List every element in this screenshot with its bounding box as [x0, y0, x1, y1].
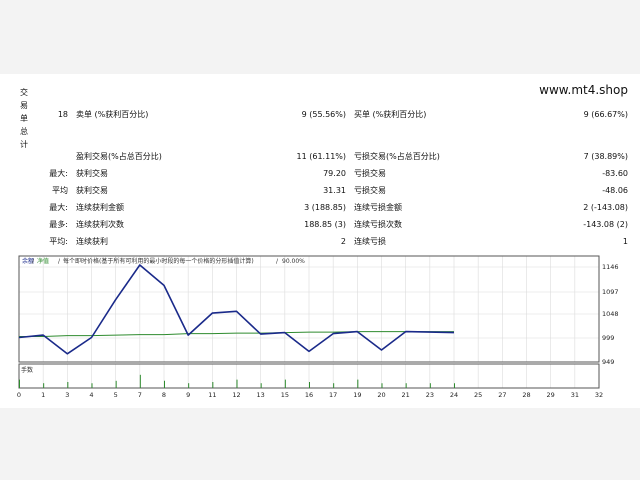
volume-label: 手数 [21, 366, 33, 374]
x-tick-label: 11 [208, 391, 216, 399]
row-right-value: -83.60 [602, 169, 628, 178]
legend-separator: / [32, 258, 35, 265]
legend-separator: / [276, 258, 279, 265]
x-tick-label: 5 [114, 391, 118, 399]
x-tick-label: 7 [138, 391, 142, 399]
x-axis-ticks: 0 1 3 4 5 7 8 9 11 12 13 15 16 17 19 20 21 23 24 25 27 28 29 31… [17, 391, 603, 399]
row-left-value: 79.20 [323, 169, 346, 178]
y-tick-label: 1097 [602, 288, 619, 296]
short-positions-label: 卖单 (%获利百分比) [76, 110, 149, 119]
y-tick-label: 1048 [602, 310, 619, 318]
row-prefix: 最大: [49, 169, 68, 178]
y-tick-label: 1146 [602, 263, 619, 271]
row-right-label: 连续亏损次数 [354, 220, 402, 229]
x-tick-label: 0 [17, 391, 21, 399]
row-left-label: 获利交易 [76, 169, 108, 178]
row-left-label: 连续获利金额 [76, 203, 124, 212]
x-tick-label: 12 [232, 391, 240, 399]
row-right-label: 亏损交易 [354, 186, 386, 195]
chart-grid [19, 256, 599, 388]
x-tick-label: 24 [450, 391, 458, 399]
brand-watermark: www.mt4.shop [539, 83, 628, 97]
model-description: 每个即时价格(基于所有可利用的最小时段的每一个价格的分形插值计算) [63, 257, 254, 265]
row-left-value: 31.31 [323, 186, 346, 195]
x-tick-label: 25 [474, 391, 482, 399]
x-tick-label: 29 [547, 391, 555, 399]
x-tick-label: 13 [257, 391, 265, 399]
x-tick-label: 21 [402, 391, 410, 399]
x-tick-label: 9 [186, 391, 190, 399]
vertical-label-char: 总 [20, 127, 28, 136]
row-prefix: 平均 [52, 186, 68, 195]
row-left-label: 连续获利 [76, 237, 108, 246]
row-prefix: 平均: [49, 237, 68, 246]
total-trades-count: 18 [57, 110, 68, 119]
long-positions-label: 买单 (%获利百分比) [354, 110, 427, 119]
row-right-value: 1 [622, 237, 628, 246]
x-tick-label: 20 [377, 391, 385, 399]
y-axis-ticks: 1146 1097 1048 999 949 [602, 263, 619, 366]
x-tick-label: 8 [162, 391, 166, 399]
x-tick-label: 23 [426, 391, 434, 399]
equity-legend: 净值 [37, 257, 49, 265]
x-tick-label: 3 [65, 391, 69, 399]
profit-trades-label: 盈利交易(%占总百分比) [76, 152, 162, 161]
row-right-label: 亏损交易 [354, 169, 386, 178]
x-tick-label: 4 [89, 391, 93, 399]
x-tick-label: 32 [595, 391, 603, 399]
x-tick-label: 28 [522, 391, 530, 399]
row-left-value: 188.85 (3) [304, 220, 346, 229]
row-right-label: 连续亏损 [354, 237, 386, 246]
y-tick-label: 999 [602, 334, 614, 342]
x-tick-label: 19 [353, 391, 361, 399]
x-tick-label: 16 [305, 391, 313, 399]
x-tick-label: 31 [571, 391, 579, 399]
row-left-label: 获利交易 [76, 186, 108, 195]
row-prefix: 最多: [49, 220, 68, 229]
summary-vertical-label: 交 易 单 总 计 [19, 86, 29, 151]
loss-trades-value: 7 (38.89%) [583, 152, 628, 161]
loss-trades-label: 亏损交易(%占总百分比) [354, 152, 440, 161]
row-right-label: 连续亏损金额 [354, 203, 402, 212]
vertical-label-char: 易 [20, 101, 28, 110]
x-tick-label: 1 [41, 391, 45, 399]
x-tick-label: 15 [281, 391, 289, 399]
legend-separator: / [58, 258, 61, 265]
volume-bars [19, 374, 455, 388]
vertical-label-char: 计 [20, 140, 28, 149]
row-right-value: -143.08 (2) [583, 220, 628, 229]
vertical-label-char: 单 [20, 114, 28, 123]
row-prefix: 最大: [49, 203, 68, 212]
chart-header: 余额 / 净值 / 每个即时价格(基于所有可利用的最小时段的每一个价格的分形插值… [22, 257, 305, 265]
vertical-label-char: 交 [20, 88, 28, 97]
short-positions-value: 9 (55.56%) [301, 110, 346, 119]
row-left-value: 2 [340, 237, 346, 246]
row-left-value: 3 (188.85) [304, 203, 346, 212]
x-tick-label: 17 [329, 391, 337, 399]
long-positions-value: 9 (66.67%) [583, 110, 628, 119]
modelling-quality: 90.00% [282, 258, 305, 265]
row-left-label: 连续获利次数 [76, 220, 124, 229]
profit-trades-value: 11 (61.11%) [296, 152, 346, 161]
row-right-value: -48.06 [602, 186, 628, 195]
x-tick-label: 27 [498, 391, 506, 399]
y-tick-label: 949 [602, 358, 614, 366]
row-right-value: 2 (-143.08) [583, 203, 628, 212]
balance-chart: 余额 / 净值 / 每个即时价格(基于所有可利用的最小时段的每一个价格的分形插值… [17, 255, 619, 399]
